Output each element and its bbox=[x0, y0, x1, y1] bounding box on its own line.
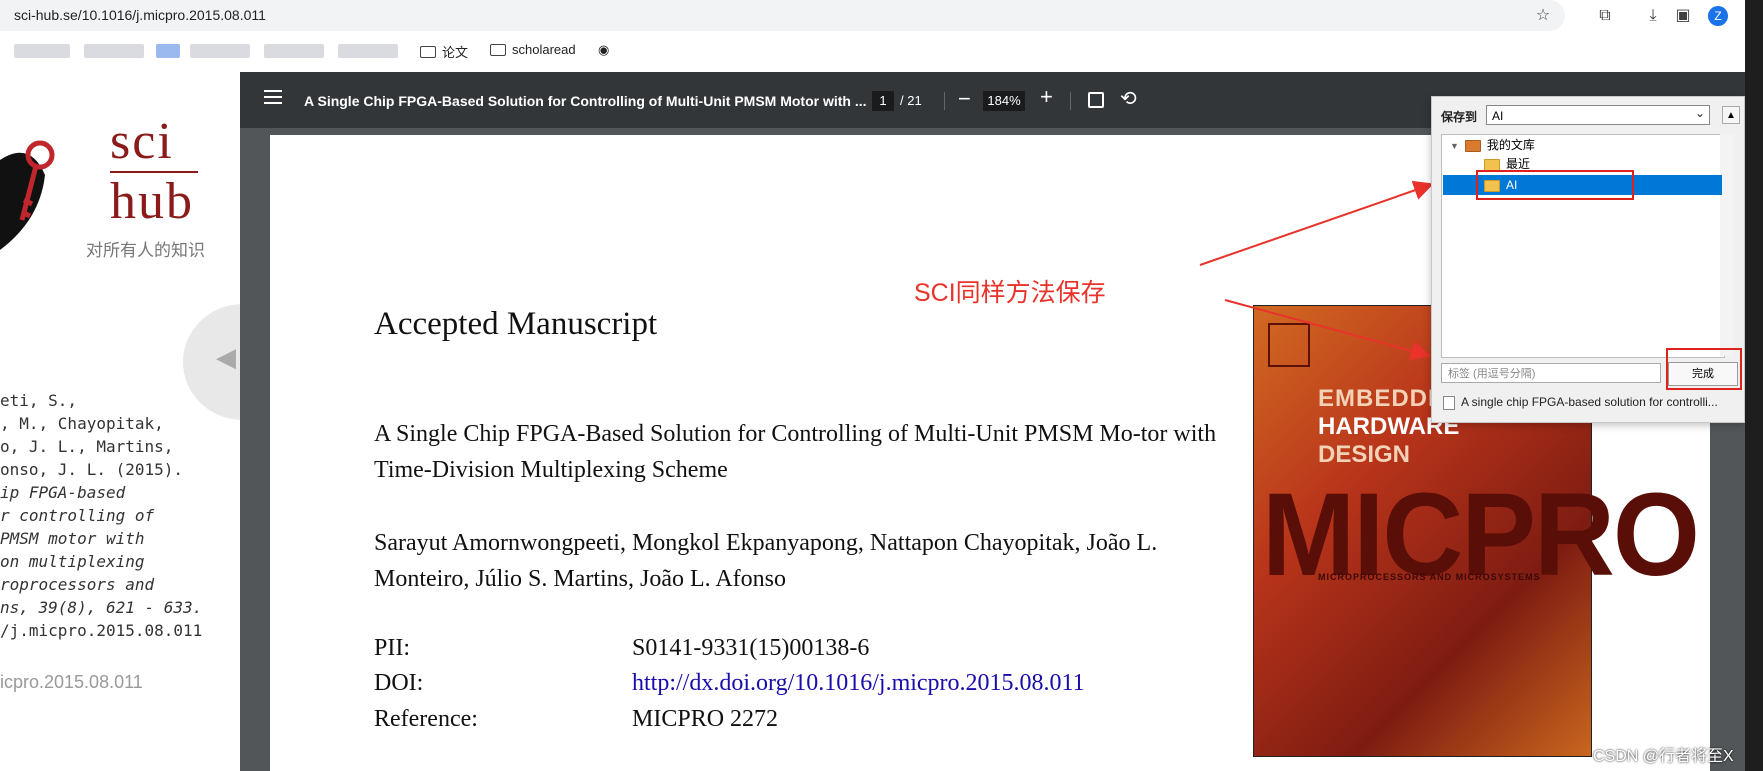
profile-avatar[interactable]: Z bbox=[1708, 6, 1728, 26]
zoom-level-input[interactable]: 184% bbox=[983, 91, 1025, 111]
csdn-watermark: CSDN @行者将至X bbox=[1593, 748, 1734, 765]
folder-icon bbox=[490, 43, 506, 56]
cover-text: DESIGN bbox=[1318, 441, 1411, 468]
bookmark-label: 论文 bbox=[442, 45, 469, 60]
meta-key: Reference: bbox=[374, 706, 478, 732]
saved-item-title: A single chip FPGA-based solution for co… bbox=[1461, 395, 1718, 409]
scihub-logo-hub: hub bbox=[110, 173, 194, 230]
saved-item-row[interactable]: A single chip FPGA-based solution for co… bbox=[1443, 392, 1741, 412]
side-panel-icon[interactable]: ▣ bbox=[1673, 6, 1693, 26]
fit-page-icon[interactable] bbox=[1088, 92, 1104, 108]
annotation-highlight-done bbox=[1666, 348, 1742, 390]
tree-item-label: 我的文库 bbox=[1486, 138, 1535, 152]
collapse-button[interactable]: ▲ bbox=[1722, 106, 1740, 124]
citation-line: /j.micpro.2015.08.011 bbox=[0, 621, 203, 640]
toolbar-divider bbox=[1070, 92, 1071, 110]
extensions-icon[interactable]: ⧉ bbox=[1595, 6, 1615, 26]
citation-line: ip FPGA-based bbox=[0, 483, 126, 502]
blurred-bookmark[interactable] bbox=[338, 44, 398, 58]
bookmark-folder-scholaread[interactable]: scholaread bbox=[490, 42, 576, 57]
url-text[interactable]: sci-hub.se/10.1016/j.micpro.2015.08.011 bbox=[14, 7, 266, 23]
tree-item-my-library[interactable]: ▼ 我的文库 bbox=[1450, 135, 1535, 155]
blurred-bookmark[interactable] bbox=[264, 44, 324, 58]
globe-icon[interactable]: ◉ bbox=[598, 42, 609, 58]
citation-line: eti, S., bbox=[0, 391, 78, 410]
doi-link[interactable]: http://dx.doi.org/10.1016/j.micpro.2015.… bbox=[632, 670, 1085, 697]
bookmark-folder-papers[interactable]: 论文 bbox=[420, 42, 468, 61]
meta-value: MICPRO 2272 bbox=[632, 706, 779, 732]
arrow-left-icon[interactable]: ◀ bbox=[216, 342, 236, 373]
tree-scrollbar[interactable] bbox=[1720, 134, 1734, 356]
citation-line: PMSM motor with bbox=[0, 529, 145, 548]
citation-line: r controlling of bbox=[0, 506, 155, 525]
scihub-logo-sci: sci bbox=[110, 113, 174, 170]
document-icon bbox=[1443, 395, 1455, 410]
annotation-text: SCI同样方法保存 bbox=[914, 279, 1106, 307]
citation-line: o, J. L., Martins, bbox=[0, 437, 174, 456]
scihub-tagline: 对所有人的知识 bbox=[86, 241, 205, 261]
download-icon[interactable]: ⤓ bbox=[1643, 6, 1663, 26]
save-location-select[interactable]: AI bbox=[1486, 105, 1710, 125]
annotation-highlight-ai bbox=[1476, 170, 1634, 200]
save-to-label: 保存到 bbox=[1441, 110, 1478, 124]
paper-title: A Single Chip FPGA-Based Solution for Co… bbox=[374, 421, 1217, 483]
chevron-down-icon[interactable]: ⌄ bbox=[1695, 106, 1705, 120]
manuscript-heading: Accepted Manuscript bbox=[374, 306, 658, 342]
citation-line: onso, J. L. (2015). bbox=[0, 460, 184, 479]
tags-input[interactable]: 标签 (用逗号分隔) bbox=[1441, 363, 1661, 383]
citation-line: , M., Chayopitak, bbox=[0, 414, 164, 433]
bookmarks-bar bbox=[0, 34, 1745, 70]
rotate-icon[interactable]: ⟲ bbox=[1120, 86, 1137, 111]
toolbar-divider bbox=[944, 92, 945, 110]
blurred-bookmark[interactable] bbox=[14, 44, 70, 58]
pdf-title: A Single Chip FPGA-Based Solution for Co… bbox=[304, 93, 867, 109]
zoom-out-button[interactable]: − bbox=[958, 86, 971, 112]
blurred-bookmark[interactable] bbox=[156, 44, 180, 58]
scihub-side-panel: sci hub 对所有人的知识 ◀ eti, S., , M., Chayopi… bbox=[0, 72, 240, 771]
scihub-doi-link[interactable]: icpro.2015.08.011 bbox=[0, 672, 143, 693]
tree-item-label: 最近 bbox=[1506, 157, 1531, 171]
folder-icon bbox=[420, 45, 436, 58]
citation-line: roprocessors and bbox=[0, 575, 155, 594]
meta-key: PII: bbox=[374, 635, 410, 661]
library-icon bbox=[1464, 139, 1481, 152]
annotation-arrows bbox=[1199, 180, 1434, 361]
zoom-in-button[interactable]: + bbox=[1040, 84, 1053, 110]
citation-line: ns, 39(8), 621 - 633. bbox=[0, 598, 203, 617]
menu-icon[interactable] bbox=[264, 90, 282, 104]
bookmark-label: scholaread bbox=[512, 42, 576, 57]
blurred-bookmark[interactable] bbox=[84, 44, 144, 58]
expand-icon[interactable]: ▼ bbox=[1450, 141, 1459, 151]
scihub-raven-logo bbox=[0, 140, 55, 250]
citation-line: on multiplexing bbox=[0, 552, 145, 571]
cover-subtitle: MICROPROCESSORS AND MICROSYSTEMS bbox=[1318, 572, 1541, 582]
page-total: / 21 bbox=[900, 93, 922, 108]
meta-value: S0141-9331(15)00138-6 bbox=[632, 635, 870, 661]
meta-key: DOI: bbox=[374, 670, 424, 696]
blurred-bookmark[interactable] bbox=[190, 44, 250, 58]
bookmark-star-icon[interactable]: ☆ bbox=[1533, 6, 1553, 26]
window-edge bbox=[1745, 0, 1763, 771]
paper-authors: Sarayut Amornwongpeeti, Mongkol Ekpanyap… bbox=[374, 530, 1158, 592]
page-number-input[interactable]: 1 bbox=[872, 91, 894, 111]
